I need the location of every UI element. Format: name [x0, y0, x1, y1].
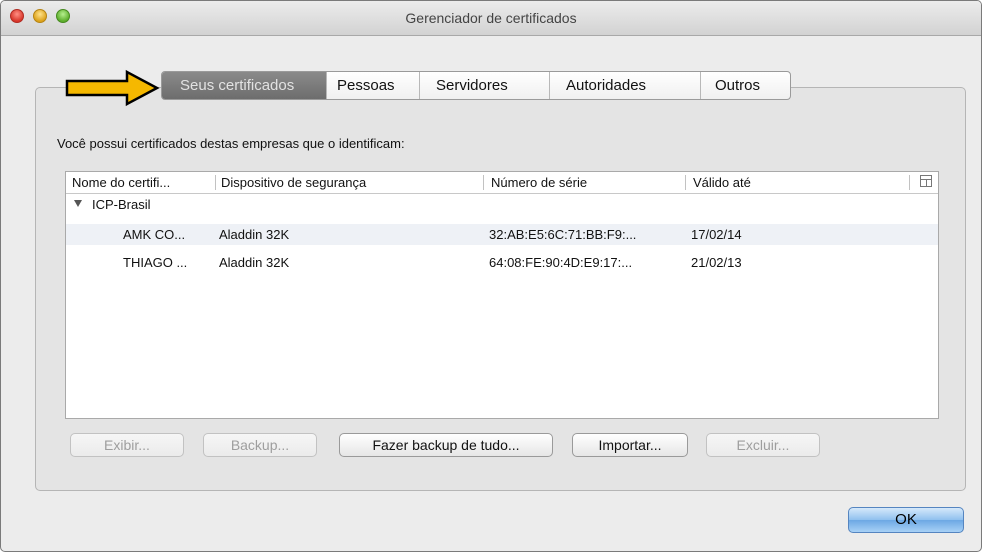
- tab-seus-certificados[interactable]: Seus certificados: [162, 72, 326, 99]
- column-divider[interactable]: [685, 175, 686, 190]
- cell-valid: 21/02/13: [691, 255, 742, 270]
- cell-device: Aladdin 32K: [219, 255, 290, 270]
- column-divider[interactable]: [483, 175, 484, 190]
- tab-autoridades[interactable]: Autoridades: [549, 72, 700, 99]
- table-row[interactable]: THIAGO ... Aladdin 32K 64:08:FE:90:4D:E9…: [66, 252, 938, 273]
- arrow-right-icon: [65, 69, 160, 107]
- column-header-name[interactable]: Nome do certifi...: [72, 175, 170, 190]
- column-divider[interactable]: [215, 175, 216, 190]
- title-bar: Gerenciador de certificados: [1, 1, 981, 36]
- ok-button[interactable]: OK: [848, 507, 964, 533]
- column-header-serial[interactable]: Número de série: [491, 175, 587, 190]
- backup-button[interactable]: Backup...: [203, 433, 317, 457]
- tab-pessoas[interactable]: Pessoas: [326, 72, 419, 99]
- window-title: Gerenciador de certificados: [405, 10, 577, 26]
- cell-name: THIAGO ...: [123, 255, 188, 270]
- disclosure-triangle-icon[interactable]: [74, 200, 82, 207]
- group-label: ICP-Brasil: [92, 197, 151, 212]
- description-text: Você possui certificados destas empresas…: [57, 136, 405, 151]
- tab-servidores[interactable]: Servidores: [419, 72, 549, 99]
- column-header-valid[interactable]: Válido até: [693, 175, 751, 190]
- table-header: Nome do certifi... Dispositivo de segura…: [66, 172, 938, 194]
- view-button[interactable]: Exibir...: [70, 433, 184, 457]
- certificates-table[interactable]: Nome do certifi... Dispositivo de segura…: [65, 171, 939, 419]
- tab-outros[interactable]: Outros: [700, 72, 790, 99]
- cell-name: AMK CO...: [123, 227, 186, 242]
- table-row[interactable]: AMK CO... Aladdin 32K 32:AB:E5:6C:71:BB:…: [66, 224, 938, 245]
- column-header-device[interactable]: Dispositivo de segurança: [221, 175, 366, 190]
- column-divider[interactable]: [909, 175, 910, 190]
- tab-bar: Seus certificados Pessoas Servidores Aut…: [161, 71, 791, 100]
- table-group-row[interactable]: ICP-Brasil: [66, 194, 938, 215]
- certificate-manager-window: Gerenciador de certificados Seus certifi…: [0, 0, 982, 552]
- cell-valid: 17/02/14: [691, 227, 742, 242]
- cell-device: Aladdin 32K: [219, 227, 290, 242]
- cell-serial: 32:AB:E5:6C:71:BB:F9:...: [489, 227, 637, 242]
- backup-all-button[interactable]: Fazer backup de tudo...: [339, 433, 553, 457]
- delete-button[interactable]: Excluir...: [706, 433, 820, 457]
- column-picker-icon[interactable]: [920, 175, 932, 187]
- import-button[interactable]: Importar...: [572, 433, 688, 457]
- cell-serial: 64:08:FE:90:4D:E9:17:...: [489, 255, 633, 270]
